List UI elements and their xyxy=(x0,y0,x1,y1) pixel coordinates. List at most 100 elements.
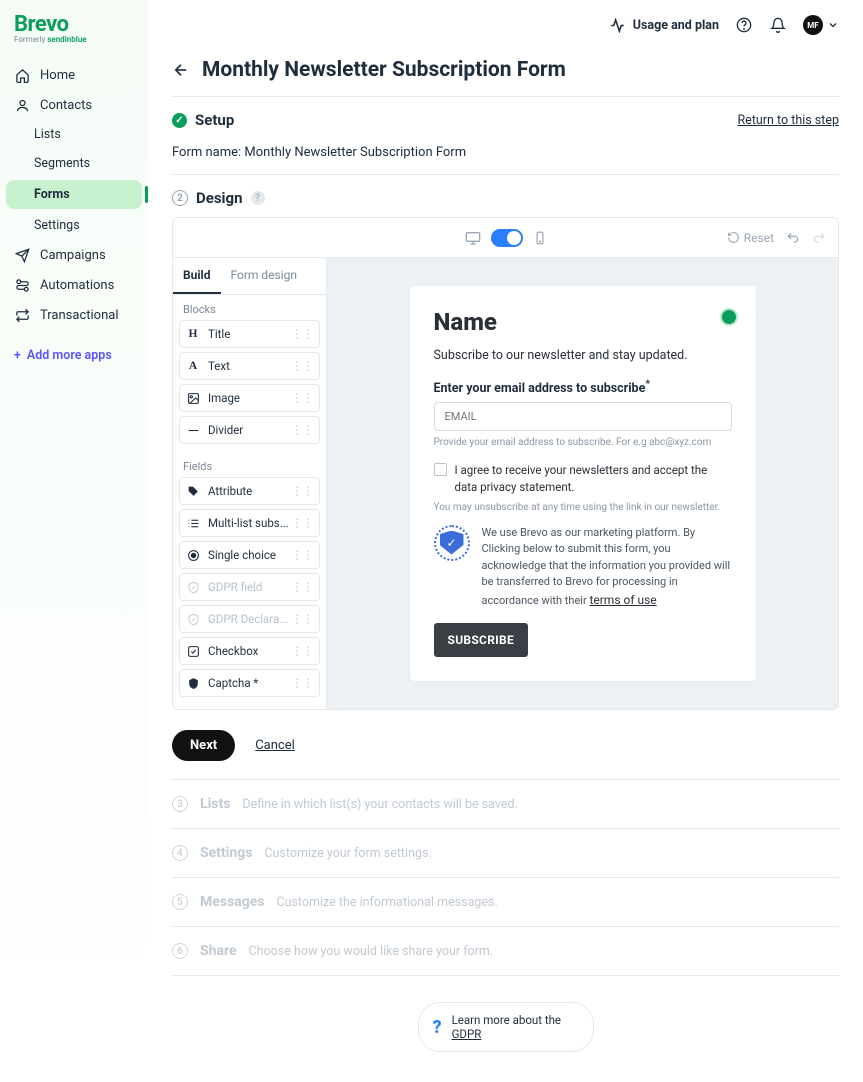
return-to-step-link[interactable]: Return to this step xyxy=(737,113,839,128)
sidebar-item-contacts[interactable]: Contacts xyxy=(0,90,148,120)
drag-handle-icon: ⋮⋮ xyxy=(291,516,313,530)
form-name-row: Form name: Monthly Newsletter Subscripti… xyxy=(172,145,839,175)
shield-check-icon xyxy=(186,581,200,594)
back-button[interactable] xyxy=(172,61,190,79)
add-more-apps-link[interactable]: +Add more apps xyxy=(0,330,148,381)
list-icon xyxy=(186,517,200,530)
gdpr-declaration: ✓ We use Brevo as our marketing platform… xyxy=(434,525,732,610)
field-single-choice[interactable]: Single choice⋮⋮ xyxy=(179,541,320,569)
mobile-icon[interactable] xyxy=(533,231,547,245)
gdpr-shield-icon: ✓ xyxy=(434,525,470,561)
sidebar-item-lists[interactable]: Lists xyxy=(0,120,148,149)
drag-handle-icon: ⋮⋮ xyxy=(291,423,313,437)
sidebar-item-campaigns[interactable]: Campaigns xyxy=(0,240,148,270)
block-text[interactable]: AText⋮⋮ xyxy=(179,352,320,380)
sidebar-item-automations[interactable]: Automations xyxy=(0,270,148,300)
shield-icon xyxy=(186,677,200,690)
desktop-icon[interactable] xyxy=(465,230,481,246)
heading-icon: H xyxy=(186,328,200,340)
automation-icon xyxy=(14,277,30,293)
field-captcha[interactable]: Captcha *⋮⋮ xyxy=(179,669,320,697)
section-fields-label: Fields xyxy=(173,452,326,477)
activity-icon xyxy=(609,16,627,34)
block-title[interactable]: HTitle⋮⋮ xyxy=(179,320,320,348)
form-title[interactable]: Name xyxy=(434,308,732,336)
chevron-down-icon xyxy=(827,19,839,31)
reset-button[interactable]: Reset xyxy=(727,231,774,245)
step-setup-header: ✓ Setup xyxy=(172,111,234,129)
tab-form-design[interactable]: Form design xyxy=(221,258,308,294)
email-field-label: Enter your email address to subscribe* xyxy=(434,377,732,396)
undo-icon[interactable] xyxy=(786,231,800,245)
field-attribute[interactable]: Attribute⋮⋮ xyxy=(179,477,320,505)
form-subtitle[interactable]: Subscribe to our newsletter and stay upd… xyxy=(434,348,732,363)
shield-check-icon xyxy=(186,613,200,626)
cancel-link[interactable]: Cancel xyxy=(255,738,295,753)
designer-panel: Reset Build Form design xyxy=(172,217,839,710)
plus-icon: + xyxy=(14,348,21,363)
drag-handle-icon: ⋮⋮ xyxy=(291,644,313,658)
step-share[interactable]: 6 Share Choose how you would like share … xyxy=(172,926,839,976)
check-icon: ✓ xyxy=(172,113,187,128)
field-gdpr-declaration: GDPR Declara...⋮⋮ xyxy=(179,605,320,633)
field-gdpr: GDPR field⋮⋮ xyxy=(179,573,320,601)
next-button[interactable]: Next xyxy=(172,730,235,761)
divider-icon xyxy=(186,424,200,437)
redo-icon[interactable] xyxy=(812,231,826,245)
preview-toggle[interactable] xyxy=(491,229,523,247)
email-input[interactable] xyxy=(434,402,732,431)
step-messages[interactable]: 5 Messages Customize the informational m… xyxy=(172,877,839,926)
brand-logo[interactable]: Brevo Formerly sendinblue xyxy=(0,10,148,44)
question-icon: ? xyxy=(433,1017,442,1038)
sidebar-item-label: Contacts xyxy=(40,98,92,113)
tag-icon xyxy=(186,485,200,498)
step-number-4-icon: 4 xyxy=(172,845,188,861)
sidebar-item-label: Lists xyxy=(34,127,61,142)
notification-icon[interactable] xyxy=(769,16,787,34)
field-checkbox[interactable]: Checkbox⋮⋮ xyxy=(179,637,320,665)
consent-row[interactable]: I agree to receive your newsletters and … xyxy=(434,462,732,495)
builder-left-panel: Build Form design Blocks HTitle⋮⋮ AText⋮… xyxy=(173,258,327,709)
gdpr-learn-more[interactable]: ? Learn more about the GDPR xyxy=(418,1002,594,1052)
step-settings[interactable]: 4 Settings Customize your form settings. xyxy=(172,828,839,877)
terms-of-use-link[interactable]: terms of use xyxy=(589,593,656,607)
avatar: MF xyxy=(803,15,823,35)
consent-checkbox[interactable] xyxy=(434,463,447,476)
help-icon[interactable] xyxy=(735,16,753,34)
step-lists[interactable]: 3 Lists Define in which list(s) your con… xyxy=(172,779,839,828)
page-title: Monthly Newsletter Subscription Form xyxy=(202,58,566,82)
gdpr-link[interactable]: GDPR xyxy=(452,1027,482,1041)
form-canvas[interactable]: Name Subscribe to our newsletter and sta… xyxy=(327,258,838,709)
account-menu[interactable]: MF xyxy=(803,15,839,35)
drag-handle-icon: ⋮⋮ xyxy=(291,391,313,405)
brand-tagline: Formerly sendinblue xyxy=(14,35,134,44)
form-preview: Name Subscribe to our newsletter and sta… xyxy=(410,286,756,681)
sidebar-item-label: Segments xyxy=(34,156,90,171)
device-toggle xyxy=(465,229,547,247)
section-blocks-label: Blocks xyxy=(173,295,326,320)
step-number-5-icon: 5 xyxy=(172,894,188,910)
sidebar-item-segments[interactable]: Segments xyxy=(0,149,148,178)
sidebar-item-label: Campaigns xyxy=(40,248,106,263)
sidebar-item-label: Home xyxy=(40,68,75,83)
subscribe-button[interactable]: SUBSCRIBE xyxy=(434,623,529,657)
field-multilist[interactable]: Multi-list subs...⋮⋮ xyxy=(179,509,320,537)
step-number-6-icon: 6 xyxy=(172,943,188,959)
tab-build[interactable]: Build xyxy=(173,258,221,294)
drag-handle-icon: ⋮⋮ xyxy=(291,548,313,562)
sidebar-item-home[interactable]: Home xyxy=(0,60,148,90)
sidebar-item-settings[interactable]: Settings xyxy=(0,211,148,240)
sidebar-item-forms[interactable]: Forms xyxy=(6,180,142,209)
sidebar: Brevo Formerly sendinblue Home Contacts … xyxy=(0,0,148,1082)
sidebar-item-transactional[interactable]: Transactional xyxy=(0,300,148,330)
image-icon xyxy=(186,392,200,405)
usage-and-plan-link[interactable]: Usage and plan xyxy=(609,16,719,34)
sidebar-item-label: Transactional xyxy=(40,308,119,323)
sidebar-item-label: Automations xyxy=(40,278,114,293)
help-tooltip-icon[interactable]: ? xyxy=(251,191,265,205)
block-divider[interactable]: Divider⋮⋮ xyxy=(179,416,320,444)
drag-handle-icon: ⋮⋮ xyxy=(291,327,313,341)
radio-icon xyxy=(186,549,200,562)
block-image[interactable]: Image⋮⋮ xyxy=(179,384,320,412)
drag-handle-icon: ⋮⋮ xyxy=(291,676,313,690)
